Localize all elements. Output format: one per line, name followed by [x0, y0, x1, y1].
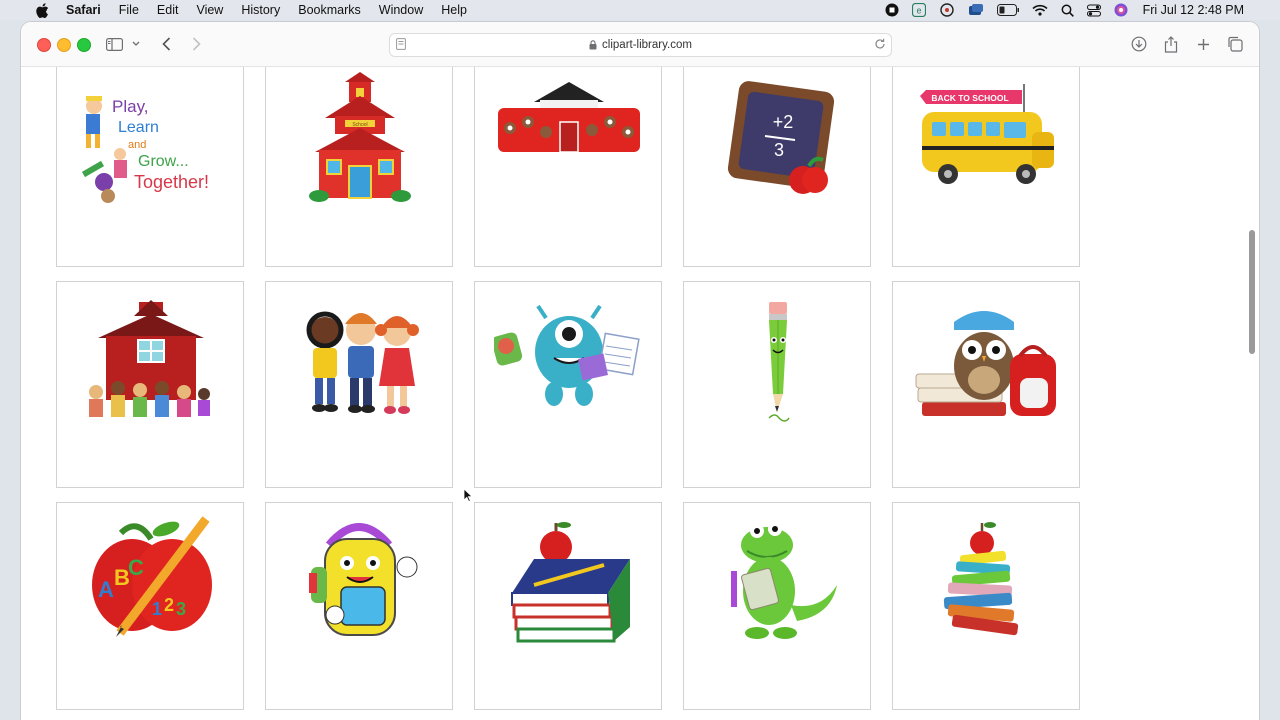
caption-learn: Learn [118, 119, 159, 136]
caption-a: A [98, 577, 114, 602]
apple-abc-pencil-clipart: A B C 1 2 3 [92, 516, 212, 637]
gallery-card-stacked-books-apple[interactable] [892, 502, 1080, 710]
three-kids-clipart [306, 311, 419, 414]
gallery-card-red-schoolhouse[interactable]: School [265, 67, 453, 267]
safari-window: clipart-library.com Play, Learn and Grow… [21, 22, 1259, 720]
page-icon [396, 38, 406, 53]
forward-button[interactable] [187, 34, 205, 54]
menu-edit[interactable]: Edit [157, 3, 179, 17]
crocodile-reading-clipart [731, 522, 837, 639]
close-window-button[interactable] [37, 38, 51, 52]
lock-icon [589, 40, 597, 50]
caption-2: 2 [164, 595, 174, 615]
owl-books-backpack-clipart [915, 311, 1056, 416]
record-icon[interactable] [885, 3, 899, 17]
menu-bookmarks[interactable]: Bookmarks [298, 3, 361, 17]
caption-1: 1 [152, 599, 162, 619]
caption-three: 3 [774, 140, 784, 160]
url-text: clipart-library.com [602, 39, 692, 51]
address-bar[interactable]: clipart-library.com [389, 33, 892, 57]
downloads-icon[interactable] [1129, 34, 1149, 54]
gallery-card-play-learn-grow[interactable]: Play, Learn and Grow... Together! [56, 67, 244, 267]
menu-view[interactable]: View [196, 3, 223, 17]
caption-3: 3 [176, 599, 186, 619]
menu-history[interactable]: History [241, 3, 280, 17]
creative-cloud-icon[interactable] [939, 3, 955, 17]
caption-school: School [352, 122, 367, 128]
gallery-card-apple-abc-pencil[interactable]: A B C 1 2 3 [56, 502, 244, 710]
gallery-card-three-kids[interactable] [265, 281, 453, 488]
play-learn-grow-clipart: Play, Learn and Grow... Together! [81, 96, 209, 203]
menu-safari[interactable]: Safari [66, 3, 101, 17]
gallery-card-owl-books-backpack[interactable] [892, 281, 1080, 488]
one-eyed-monster-clipart [494, 304, 640, 406]
new-tab-icon[interactable] [1193, 34, 1213, 54]
svg-text:e: e [916, 6, 921, 16]
caption-back-to-school: BACK TO SCHOOL [931, 93, 1008, 103]
gallery-card-schoolhouse-with-kids[interactable] [474, 67, 662, 267]
caption-grow: Grow... [138, 153, 189, 170]
cloud-sync-icon[interactable] [968, 3, 984, 17]
caption-c: C [128, 555, 144, 580]
caption-plus-two: +2 [773, 112, 794, 132]
menu-bar: Safari File Edit View History Bookmarks … [0, 0, 1280, 20]
sidebar-toggle-icon[interactable] [104, 34, 124, 54]
school-bus-clipart: BACK TO SCHOOL [920, 84, 1054, 184]
battery-icon[interactable] [996, 4, 1019, 16]
wifi-icon[interactable] [1032, 4, 1048, 16]
books-with-apple-clipart [511, 522, 630, 643]
barn-school-kids-clipart [89, 300, 210, 417]
stacked-books-apple-clipart [943, 522, 1019, 636]
schoolhouse-with-kids-clipart [498, 82, 640, 153]
tab-overview-icon[interactable] [1225, 34, 1245, 54]
gallery-card-backpack-character[interactable] [265, 502, 453, 710]
siri-icon[interactable] [1114, 3, 1128, 17]
web-page-content: Play, Learn and Grow... Together! School [21, 67, 1259, 720]
gallery-card-books-with-apple[interactable] [474, 502, 662, 710]
backpack-character-clipart [309, 523, 418, 636]
gallery-card-one-eyed-monster[interactable] [474, 281, 662, 488]
red-schoolhouse-clipart: School [309, 72, 411, 202]
apple-logo-icon[interactable] [36, 2, 50, 18]
back-button[interactable] [157, 34, 175, 54]
gallery-card-pencil-character[interactable] [683, 281, 871, 488]
browser-toolbar: clipart-library.com [21, 22, 1259, 67]
chalkboard-apple-clipart: +2 3 [727, 81, 835, 194]
menu-file[interactable]: File [119, 3, 139, 17]
mouse-cursor-icon [463, 488, 473, 502]
menubar-clock[interactable]: Fri Jul 12 2:48 PM [1143, 3, 1244, 17]
caption-and: and [128, 139, 146, 151]
chevron-down-icon[interactable] [129, 34, 143, 54]
gallery-card-crocodile-reading[interactable] [683, 502, 871, 710]
menu-help[interactable]: Help [441, 3, 467, 17]
gallery-card-chalkboard-apple[interactable]: +2 3 [683, 67, 871, 267]
extension-e-icon[interactable]: e [911, 3, 926, 17]
caption-together: Together! [134, 172, 209, 192]
share-icon[interactable] [1161, 34, 1181, 54]
caption-play: Play, [112, 97, 149, 116]
gallery-card-school-bus[interactable]: BACK TO SCHOOL [892, 67, 1080, 267]
spotlight-search-icon[interactable] [1061, 4, 1074, 17]
vertical-scrollbar[interactable] [1249, 230, 1255, 354]
gallery-card-barn-school-kids[interactable] [56, 281, 244, 488]
reload-icon[interactable] [873, 37, 887, 54]
menu-window[interactable]: Window [379, 3, 423, 17]
fullscreen-window-button[interactable] [77, 38, 91, 52]
pencil-character-clipart [768, 302, 790, 422]
minimize-window-button[interactable] [57, 38, 71, 52]
control-center-icon[interactable] [1086, 4, 1101, 17]
